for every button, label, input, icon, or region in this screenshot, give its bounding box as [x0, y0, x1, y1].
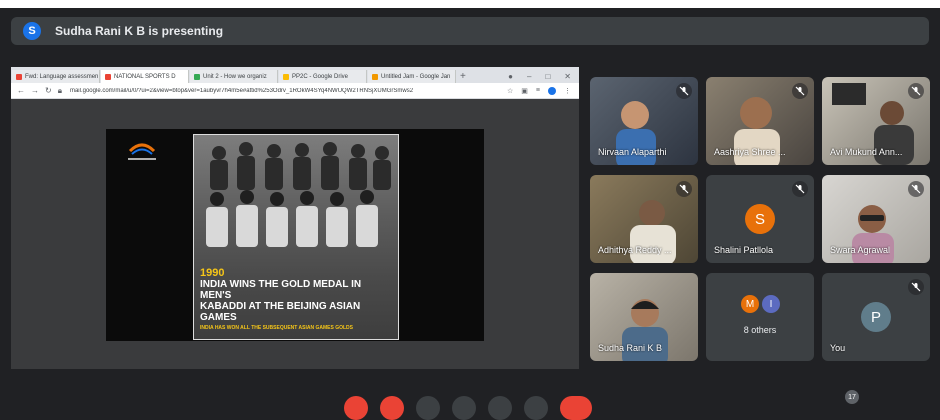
tab-label: Unit 2 - How we organiz	[203, 73, 267, 80]
address-bar-icons: ☆ ▣ ≡ ⋮	[507, 86, 579, 95]
meeting-controls	[0, 388, 940, 420]
participant-name: Avi Mukund Ann...	[830, 147, 903, 157]
url-field[interactable]: mail.google.com/mail/u/0/?ui=2&view=btop…	[70, 88, 450, 94]
slide-subline: INDIA HAS WON ALL THE SUBSEQUENT ASIAN G…	[200, 325, 353, 331]
reload-icon[interactable]: ↻	[45, 86, 52, 95]
media-icon[interactable]: ●	[508, 70, 513, 83]
participant-tile[interactable]: Adhithya Reddy ...	[590, 175, 698, 263]
tab-label: Untitled Jam - Google Jan	[381, 73, 451, 80]
browser-tab[interactable]: Unit 2 - How we organiz	[190, 70, 278, 83]
lock-icon: 🔒︎	[57, 85, 62, 95]
presenting-text: Sudha Rani K B is presenting	[55, 24, 224, 38]
mic-off-icon	[792, 181, 808, 197]
profile-avatar[interactable]	[548, 86, 556, 95]
gmail-favicon-icon	[105, 73, 111, 80]
drive-favicon-icon	[283, 73, 289, 80]
participant-tile[interactable]: Swara Agrawal	[822, 175, 930, 263]
slide-caption: 1990 INDIA WINS THE GOLD MEDAL IN MEN'S …	[200, 267, 392, 331]
presenting-banner: S Sudha Rani K B is presenting	[11, 17, 929, 45]
filter-icon[interactable]: ≡	[536, 87, 540, 94]
school-logo-icon	[128, 143, 156, 160]
browser-tab-bar: Fwd: Language assessmen NATIONAL SPORTS …	[11, 67, 579, 83]
mic-off-icon	[676, 83, 692, 99]
browser-tab[interactable]: Fwd: Language assessmen	[12, 70, 100, 83]
browser-tab[interactable]: Untitled Jam - Google Jan	[368, 70, 456, 83]
menu-icon[interactable]: ⋮	[564, 87, 571, 95]
window-controls: ● – □ ✕	[508, 70, 579, 83]
mic-off-icon	[676, 181, 692, 197]
others-tile[interactable]: M I 8 others	[706, 273, 814, 361]
others-count: 8 others	[743, 325, 777, 335]
presentation-stage: Fwd: Language assessmen NATIONAL SPORTS …	[11, 67, 579, 369]
participant-name: Swara Agrawal	[830, 245, 891, 255]
participant-name: You	[830, 343, 846, 353]
star-icon[interactable]: ☆	[507, 87, 513, 95]
participant-tile[interactable]: Aashriya Shree ...	[706, 77, 814, 165]
jamboard-favicon-icon	[372, 73, 378, 80]
top-strip	[0, 0, 940, 8]
drive-favicon-icon	[194, 73, 200, 80]
participant-name: Adhithya Reddy ...	[598, 245, 672, 255]
slide-headline-1: INDIA WINS THE GOLD MEDAL IN MEN'S	[200, 279, 362, 301]
team-photo-figures	[206, 142, 391, 247]
presenter-avatar: S	[23, 22, 41, 40]
participant-name: Aashriya Shree ...	[714, 147, 786, 157]
maximize-icon[interactable]: □	[545, 70, 550, 83]
back-icon[interactable]: ←	[17, 86, 25, 95]
participant-tile[interactable]: Nirvaan Alaparthi	[590, 77, 698, 165]
participant-avatar: P	[861, 302, 891, 332]
slide: 1990 INDIA WINS THE GOLD MEDAL IN MEN'S …	[106, 129, 484, 341]
participant-count-badge: 17	[845, 390, 859, 404]
forward-icon[interactable]: →	[31, 86, 39, 95]
mic-off-icon	[908, 279, 924, 295]
browser-address-bar: ← → ↻ 🔒︎ mail.google.com/mail/u/0/?ui=2&…	[11, 83, 579, 99]
participant-tile[interactable]: Sudha Rani K B	[590, 273, 698, 361]
slide-area: 1990 INDIA WINS THE GOLD MEDAL IN MEN'S …	[11, 99, 579, 369]
tab-label: NATIONAL SPORTS D	[114, 73, 176, 80]
participant-name: Sudha Rani K B	[598, 343, 663, 353]
self-tile[interactable]: P You	[822, 273, 930, 361]
participant-avatar: I	[762, 295, 780, 313]
participant-tile[interactable]: S Shalini Patllola	[706, 175, 814, 263]
minimize-icon[interactable]: –	[527, 70, 531, 83]
tab-label: PP2C - Google Drive	[292, 73, 349, 80]
tab-label: Fwd: Language assessmen	[25, 73, 99, 80]
participant-avatar: S	[745, 204, 775, 234]
mic-off-icon	[908, 181, 924, 197]
new-tab-icon[interactable]: +	[460, 70, 466, 83]
participant-avatar: M	[741, 295, 759, 313]
mic-off-icon	[908, 83, 924, 99]
slide-year: 1990	[200, 267, 225, 279]
extension-icon[interactable]: ▣	[521, 87, 528, 95]
browser-tab-active[interactable]: NATIONAL SPORTS D	[101, 70, 189, 83]
close-icon[interactable]: ✕	[564, 70, 571, 83]
participant-tile[interactable]: Avi Mukund Ann...	[822, 77, 930, 165]
participant-name: Nirvaan Alaparthi	[598, 147, 667, 157]
participant-name: Shalini Patllola	[714, 245, 774, 255]
browser-tab[interactable]: PP2C - Google Drive	[279, 70, 367, 83]
mic-off-icon	[792, 83, 808, 99]
gmail-favicon-icon	[16, 73, 22, 80]
slide-headline-2: KABADDI AT THE BEIJING ASIAN GAMES	[200, 301, 361, 323]
team-photo: 1990 INDIA WINS THE GOLD MEDAL IN MEN'S …	[193, 134, 399, 340]
